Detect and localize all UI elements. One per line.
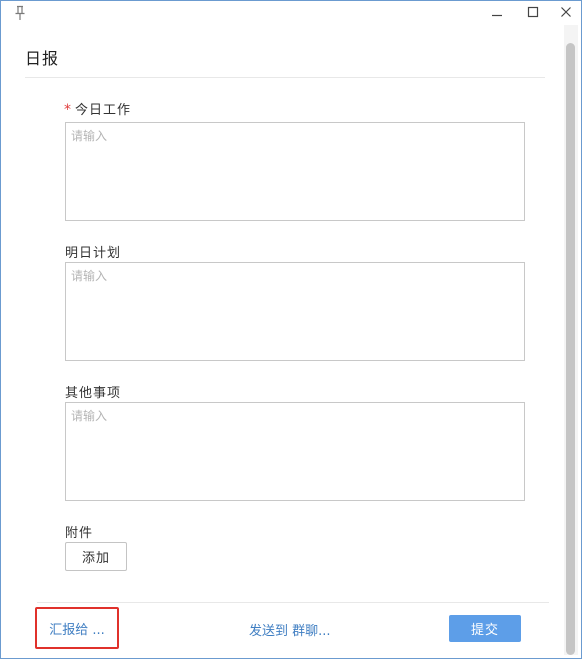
report-to-link[interactable]: 汇报给 ... bbox=[35, 607, 119, 649]
minimize-icon[interactable] bbox=[487, 3, 507, 21]
report-to-label: 汇报给 ... bbox=[49, 622, 105, 638]
other-items-input[interactable] bbox=[66, 403, 524, 500]
today-work-input[interactable] bbox=[66, 123, 524, 220]
other-items-label: 其他事项 bbox=[65, 386, 122, 401]
send-to-label: 发送到 bbox=[249, 624, 289, 639]
attachment-label: 附件 bbox=[65, 526, 94, 541]
required-mark: * bbox=[64, 102, 71, 118]
page-title: 日报 bbox=[25, 49, 60, 68]
pin-icon[interactable] bbox=[13, 5, 27, 21]
other-items-field bbox=[65, 402, 525, 501]
today-work-label: 今日工作 bbox=[75, 103, 132, 118]
maximize-icon[interactable] bbox=[523, 3, 543, 21]
add-attachment-button[interactable]: 添加 bbox=[65, 542, 127, 571]
close-icon[interactable] bbox=[556, 3, 576, 21]
group-chat-label: 群聊... bbox=[292, 624, 331, 639]
title-bar bbox=[1, 1, 581, 25]
today-work-field bbox=[65, 122, 525, 221]
scrollbar-thumb[interactable] bbox=[566, 43, 575, 655]
tomorrow-plan-field bbox=[65, 262, 525, 361]
submit-button[interactable]: 提交 bbox=[449, 615, 521, 642]
send-to-group-link[interactable]: 发送到 群聊... bbox=[249, 620, 331, 639]
daily-report-window: 日报 * 今日工作 明日计划 其他事项 附件 添加 汇报给 ... 发送到 群聊… bbox=[0, 0, 582, 659]
title-divider bbox=[25, 77, 545, 78]
tomorrow-plan-input[interactable] bbox=[66, 263, 524, 360]
footer-divider bbox=[37, 602, 549, 603]
tomorrow-plan-label: 明日计划 bbox=[65, 246, 122, 261]
